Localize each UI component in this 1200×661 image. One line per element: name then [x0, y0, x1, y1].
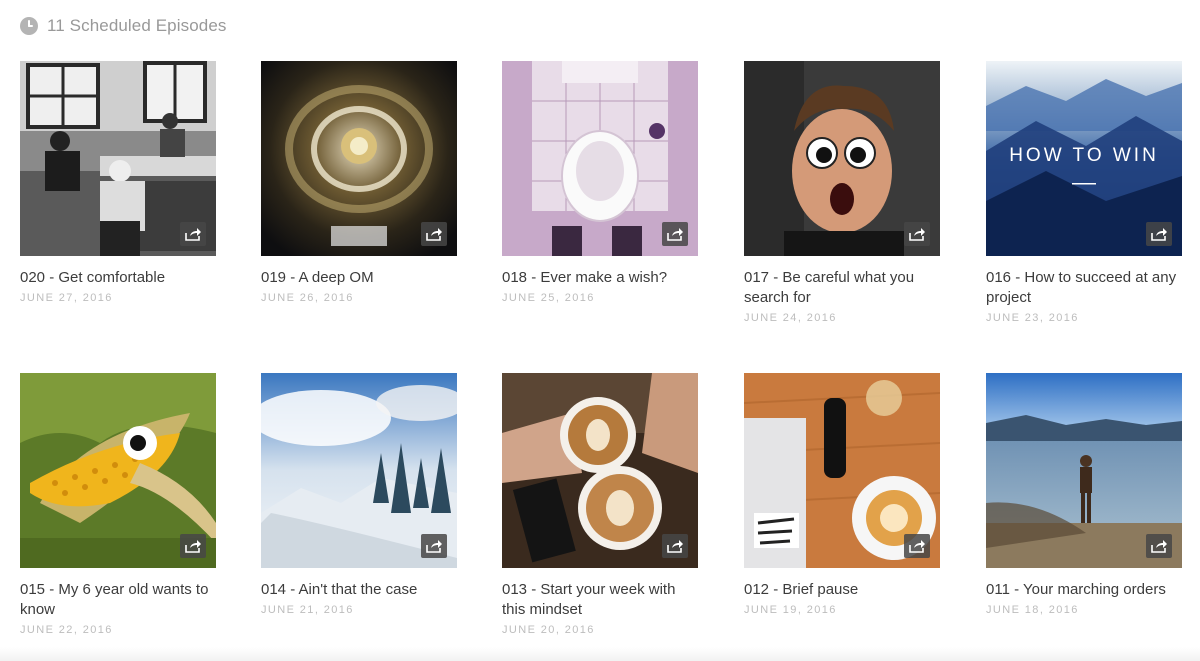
- episode-date: JUNE 19, 2016: [744, 604, 837, 616]
- episode-thumbnail[interactable]: HOW TO WIN: [986, 61, 1182, 256]
- episode-thumbnail[interactable]: [261, 373, 457, 568]
- episode-card[interactable]: 017 - Be careful what you search for JUN…: [744, 61, 940, 324]
- episode-title[interactable]: 011 - Your marching orders: [986, 580, 1182, 600]
- bottom-divider: [0, 647, 1200, 661]
- share-button[interactable]: [180, 222, 206, 246]
- episode-title[interactable]: 018 - Ever make a wish?: [502, 268, 698, 288]
- episode-date: JUNE 20, 2016: [502, 624, 595, 636]
- episode-title[interactable]: 012 - Brief pause: [744, 580, 940, 600]
- episode-thumbnail[interactable]: [502, 61, 698, 256]
- share-button[interactable]: [1146, 222, 1172, 246]
- episode-card[interactable]: HOW TO WIN 016 - How to succeed at any p…: [986, 61, 1182, 324]
- episode-thumbnail[interactable]: [744, 61, 940, 256]
- share-icon: [667, 540, 683, 553]
- share-icon: [185, 228, 201, 241]
- episode-date: JUNE 23, 2016: [986, 312, 1079, 324]
- episode-date: JUNE 26, 2016: [261, 292, 354, 304]
- share-icon: [909, 540, 925, 553]
- episode-card[interactable]: 020 - Get comfortable JUNE 27, 2016: [20, 61, 216, 304]
- share-button[interactable]: [1146, 534, 1172, 558]
- episode-thumbnail[interactable]: [502, 373, 698, 568]
- episode-date: JUNE 24, 2016: [744, 312, 837, 324]
- episode-thumbnail[interactable]: [744, 373, 940, 568]
- episode-card[interactable]: 018 - Ever make a wish? JUNE 25, 2016: [502, 61, 698, 304]
- episode-title[interactable]: 020 - Get comfortable: [20, 268, 216, 288]
- episode-thumbnail[interactable]: [261, 61, 457, 256]
- scheduled-header: 11 Scheduled Episodes: [20, 14, 226, 38]
- episode-date: JUNE 25, 2016: [502, 292, 595, 304]
- share-button[interactable]: [662, 222, 688, 246]
- episode-thumbnail[interactable]: [20, 61, 216, 256]
- how-to-win-text: HOW TO WIN: [1009, 145, 1159, 166]
- scheduled-episodes-title: 11 Scheduled Episodes: [47, 16, 227, 35]
- episode-card[interactable]: 012 - Brief pause JUNE 19, 2016: [744, 373, 940, 616]
- share-icon: [426, 540, 442, 553]
- episode-date: JUNE 18, 2016: [986, 604, 1079, 616]
- share-button[interactable]: [180, 534, 206, 558]
- episode-card[interactable]: 019 - A deep OM JUNE 26, 2016: [261, 61, 457, 304]
- share-button[interactable]: [421, 534, 447, 558]
- episode-date: JUNE 22, 2016: [20, 624, 113, 636]
- episode-title[interactable]: 014 - Ain't that the case: [261, 580, 457, 600]
- episode-thumbnail[interactable]: [20, 373, 216, 568]
- share-button[interactable]: [421, 222, 447, 246]
- episode-thumbnail[interactable]: [986, 373, 1182, 568]
- share-icon: [185, 540, 201, 553]
- episode-title[interactable]: 013 - Start your week with this mindset: [502, 580, 698, 620]
- episode-card[interactable]: 014 - Ain't that the case JUNE 21, 2016: [261, 373, 457, 616]
- episode-date: JUNE 27, 2016: [20, 292, 113, 304]
- share-icon: [909, 228, 925, 241]
- episode-card[interactable]: 011 - Your marching orders JUNE 18, 2016: [986, 373, 1182, 616]
- episode-title[interactable]: 019 - A deep OM: [261, 268, 457, 288]
- share-icon: [1151, 540, 1167, 553]
- episode-card[interactable]: 015 - My 6 year old wants to know JUNE 2…: [20, 373, 216, 636]
- episode-date: JUNE 21, 2016: [261, 604, 354, 616]
- episode-title[interactable]: 015 - My 6 year old wants to know: [20, 580, 216, 620]
- share-icon: [1151, 228, 1167, 241]
- share-button[interactable]: [904, 222, 930, 246]
- share-icon: [426, 228, 442, 241]
- episode-title[interactable]: 017 - Be careful what you search for: [744, 268, 940, 308]
- clock-icon: [20, 17, 38, 35]
- share-icon: [667, 228, 683, 241]
- episode-title[interactable]: 016 - How to succeed at any project: [986, 268, 1182, 308]
- share-button[interactable]: [904, 534, 930, 558]
- share-button[interactable]: [662, 534, 688, 558]
- episode-card[interactable]: 013 - Start your week with this mindset …: [502, 373, 698, 636]
